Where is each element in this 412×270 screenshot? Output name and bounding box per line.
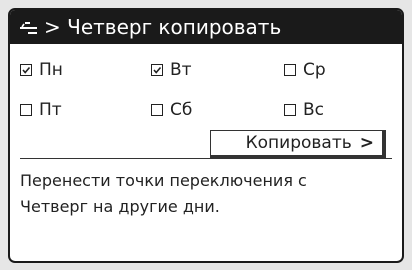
description-line: Перенести точки переключения с (20, 171, 307, 190)
copy-button-label: Копировать (245, 133, 352, 153)
checkbox-unchecked-icon (284, 64, 296, 76)
title-bar: > Четверг копировать (10, 10, 402, 44)
checkbox-checked-icon (20, 64, 32, 76)
description-line: Четверг на другие дни. (20, 197, 220, 216)
divider (20, 158, 392, 159)
page-title: > Четверг копировать (44, 15, 282, 39)
day-checkbox-sat[interactable]: Сб (151, 98, 192, 122)
checkbox-unchecked-icon (20, 104, 32, 116)
day-label: Ср (303, 60, 326, 80)
chevron-right-icon: > (359, 133, 374, 153)
menu-return-icon[interactable] (20, 20, 37, 34)
day-label: Сб (170, 100, 193, 120)
day-label: Вт (170, 60, 192, 80)
checkbox-unchecked-icon (284, 104, 296, 116)
day-label: Пн (39, 60, 63, 80)
display-screen: > Четверг копировать Пн Вт Ср Пт Сб Вс К… (8, 8, 404, 263)
day-checkbox-fri[interactable]: Пт (20, 98, 62, 122)
description-text: Перенести точки переключения с Четверг н… (20, 168, 390, 220)
day-label: Вс (303, 100, 325, 120)
day-checkbox-mon[interactable]: Пн (20, 58, 63, 82)
copy-button[interactable]: Копировать > (210, 130, 386, 158)
day-label: Пт (39, 100, 62, 120)
checkbox-unchecked-icon (151, 104, 163, 116)
checkbox-checked-icon (151, 64, 163, 76)
day-checkbox-wed[interactable]: Ср (284, 58, 326, 82)
day-checkbox-sun[interactable]: Вс (284, 98, 324, 122)
day-checkbox-tue[interactable]: Вт (151, 58, 192, 82)
